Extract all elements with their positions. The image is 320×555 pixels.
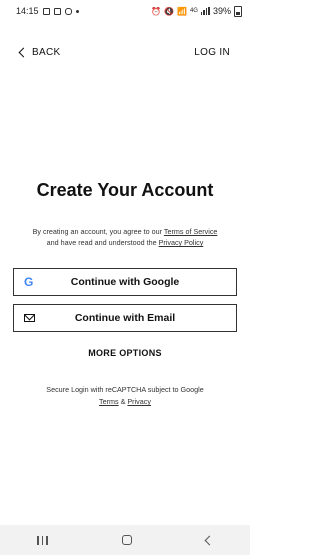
back-label: BACK xyxy=(32,46,61,58)
gallery-notification-icon xyxy=(42,7,50,15)
terms-notice: By creating an account, you agree to our… xyxy=(12,226,238,248)
alarm-icon: ⏰ xyxy=(151,6,162,16)
terms-mid: and have read and understood the xyxy=(46,238,159,247)
login-link[interactable]: LOG IN xyxy=(194,47,230,58)
status-time: 14:15 xyxy=(16,6,39,16)
recents-icon[interactable] xyxy=(37,535,48,545)
home-icon[interactable] xyxy=(121,535,132,545)
system-nav-bar xyxy=(0,525,250,555)
back-button[interactable]: BACK xyxy=(18,46,61,58)
more-notifications-icon xyxy=(75,9,79,13)
battery-percent: 39% xyxy=(212,6,231,16)
recaptcha-terms-link[interactable]: Terms xyxy=(99,397,119,406)
mail-icon xyxy=(24,314,35,322)
terms-prefix: By creating an account, you agree to our xyxy=(32,227,164,236)
terms-of-service-link[interactable]: Terms of Service xyxy=(164,227,218,236)
signal-icon xyxy=(200,7,210,15)
recaptcha-text: Secure Login with reCAPTCHA subject to G… xyxy=(46,385,204,394)
status-left: 14:15 xyxy=(16,6,79,16)
more-options-button[interactable]: MORE OPTIONS xyxy=(0,348,250,358)
status-right: ⏰ 🔇 📶 4G 39% xyxy=(151,5,242,17)
app-notification-icon xyxy=(53,7,61,15)
instagram-notification-icon xyxy=(64,7,72,15)
google-button-label: Continue with Google xyxy=(70,276,180,288)
continue-with-google-button[interactable]: G Continue with Google xyxy=(13,268,237,296)
chevron-left-icon xyxy=(18,47,29,58)
battery-icon xyxy=(234,5,242,17)
wifi-icon: 📶 xyxy=(177,6,187,16)
page-title: Create Your Account xyxy=(36,180,214,200)
recaptcha-notice: Secure Login with reCAPTCHA subject to G… xyxy=(0,384,250,408)
privacy-policy-link[interactable]: Privacy Policy xyxy=(159,238,204,247)
status-bar: 14:15 ⏰ 🔇 📶 4G 39% xyxy=(0,0,250,22)
recaptcha-privacy-link[interactable]: Privacy xyxy=(127,397,151,406)
continue-with-email-button[interactable]: Continue with Email xyxy=(13,304,237,332)
top-nav: BACK LOG IN xyxy=(0,44,250,60)
mute-icon: 🔇 xyxy=(164,6,174,16)
back-nav-icon[interactable] xyxy=(204,535,215,545)
google-icon: G xyxy=(24,275,34,289)
email-button-label: Continue with Email xyxy=(74,312,176,324)
network-type: 4G xyxy=(189,8,198,14)
